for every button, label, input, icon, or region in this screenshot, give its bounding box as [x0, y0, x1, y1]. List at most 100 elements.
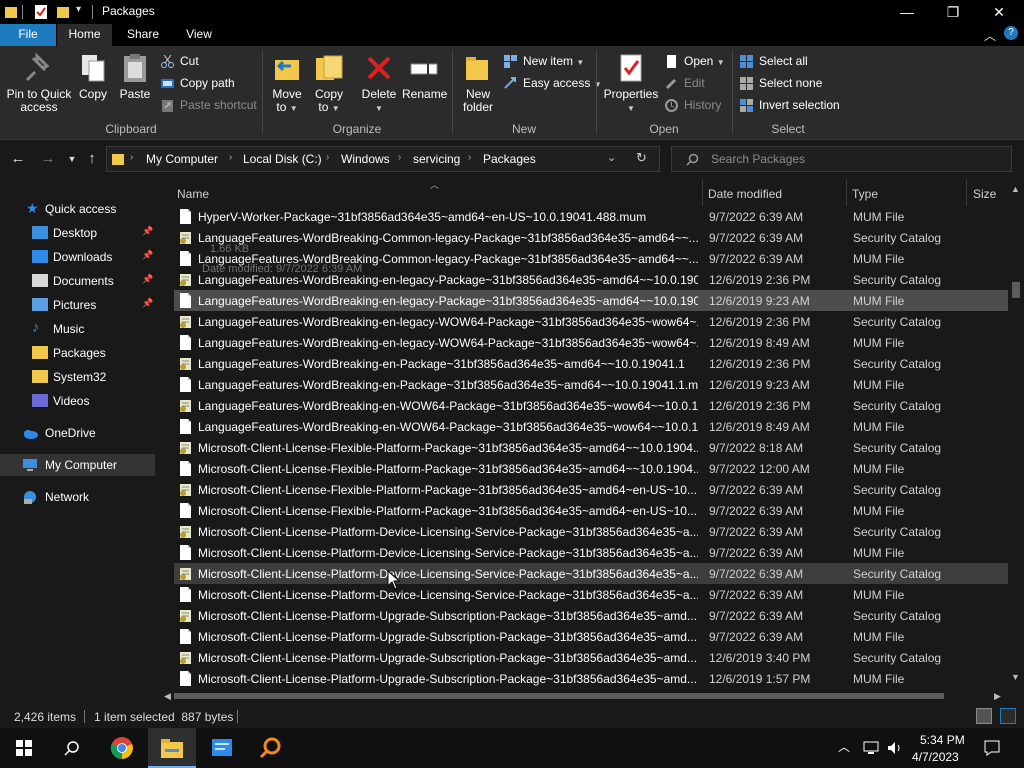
file-row[interactable]: Microsoft-Client-License-Platform-Upgrad…: [174, 626, 1008, 647]
customize-toolbar-icon[interactable]: ▾: [76, 4, 81, 15]
breadcrumb-separator-icon[interactable]: ›: [398, 152, 401, 163]
cut-button[interactable]: Cut: [160, 51, 199, 71]
delete-button[interactable]: Delete ▼: [358, 52, 400, 115]
file-row[interactable]: LanguageFeatures-WordBreaking-Common-leg…: [174, 227, 1008, 248]
column-divider[interactable]: [966, 180, 967, 206]
column-name[interactable]: Name: [177, 187, 209, 201]
breadcrumb-local-disk[interactable]: Local Disk (C:): [243, 152, 322, 166]
scroll-right-icon[interactable]: ▶: [994, 691, 1001, 702]
chrome-taskbar-button[interactable]: [98, 728, 146, 768]
breadcrumb-packages[interactable]: Packages: [483, 152, 536, 166]
file-row[interactable]: LanguageFeatures-WordBreaking-en-legacy-…: [174, 311, 1008, 332]
file-row[interactable]: LanguageFeatures-WordBreaking-Common-leg…: [174, 248, 1008, 269]
nav-item-packages[interactable]: Packages: [0, 342, 155, 364]
column-divider[interactable]: [846, 180, 847, 206]
pin-icon[interactable]: 📌: [142, 250, 153, 261]
column-date-modified[interactable]: Date modified: [708, 187, 782, 201]
breadcrumb-separator-icon[interactable]: ›: [130, 152, 133, 163]
close-button[interactable]: ✕: [976, 0, 1022, 24]
paste-shortcut-button[interactable]: Paste shortcut: [160, 95, 257, 115]
pin-icon[interactable]: 📌: [142, 298, 153, 309]
file-row[interactable]: Microsoft-Client-License-Platform-Device…: [174, 521, 1008, 542]
forward-arrow-icon[interactable]: →: [37, 149, 59, 169]
search-box[interactable]: Search Packages: [671, 146, 1012, 172]
file-row[interactable]: Microsoft-Client-License-Flexible-Platfo…: [174, 458, 1008, 479]
collapse-ribbon-icon[interactable]: ︿: [984, 27, 996, 44]
address-bar[interactable]: › My Computer › Local Disk (C:) › Window…: [106, 146, 660, 172]
minimize-button[interactable]: —: [884, 0, 930, 24]
horizontal-scrollbar[interactable]: ◀ ▶: [160, 688, 1008, 704]
tab-view[interactable]: View: [173, 24, 225, 46]
history-button[interactable]: History: [664, 95, 721, 115]
vertical-scrollbar[interactable]: ▲ ▼: [1008, 178, 1024, 688]
tab-share[interactable]: Share: [113, 24, 173, 46]
nav-item-videos[interactable]: Videos: [0, 390, 155, 412]
breadcrumb-servicing[interactable]: servicing: [413, 152, 460, 166]
scroll-down-icon[interactable]: ▼: [1011, 672, 1020, 682]
breadcrumb-separator-icon[interactable]: ›: [229, 152, 232, 163]
pin-icon[interactable]: 📌: [142, 226, 153, 237]
properties-quick-icon[interactable]: [34, 4, 48, 20]
nav-item-pictures[interactable]: Pictures 📌: [0, 294, 155, 316]
nav-quick-access[interactable]: ★ Quick access: [0, 198, 155, 220]
column-size[interactable]: Size: [973, 187, 996, 201]
file-row[interactable]: Microsoft-Client-License-Platform-Device…: [174, 563, 1008, 584]
nav-item-music[interactable]: ♪ Music: [0, 318, 155, 340]
tab-file[interactable]: File: [0, 24, 56, 46]
large-icons-view-icon[interactable]: [1000, 708, 1016, 724]
magnifier-taskbar-button[interactable]: [246, 728, 294, 768]
file-row[interactable]: Microsoft-Client-License-Platform-Upgrad…: [174, 647, 1008, 668]
breadcrumb-my-computer[interactable]: My Computer: [146, 152, 218, 166]
breadcrumb-separator-icon[interactable]: ›: [326, 152, 329, 163]
edit-button[interactable]: Edit: [664, 73, 705, 93]
recent-locations-icon[interactable]: ▼: [61, 149, 83, 169]
properties-button[interactable]: Properties ▼: [603, 52, 659, 115]
help-icon[interactable]: ?: [1004, 26, 1018, 40]
file-row[interactable]: LanguageFeatures-WordBreaking-en-WOW64-P…: [174, 395, 1008, 416]
copy-button[interactable]: Copy: [76, 52, 110, 101]
start-button[interactable]: [0, 728, 48, 768]
search-taskbar-button[interactable]: [48, 728, 96, 768]
easy-access-button[interactable]: Easy access ▼: [503, 73, 602, 93]
new-folder-quick-icon[interactable]: [56, 4, 70, 20]
details-view-icon[interactable]: [976, 708, 992, 724]
copy-path-button[interactable]: Copy path: [160, 73, 235, 93]
refresh-icon[interactable]: ↻: [636, 150, 647, 166]
nav-my-computer[interactable]: My Computer: [0, 454, 155, 476]
file-row[interactable]: Microsoft-Client-License-Flexible-Platfo…: [174, 500, 1008, 521]
vertical-scroll-thumb[interactable]: [1012, 282, 1020, 298]
scroll-left-icon[interactable]: ◀: [164, 691, 171, 702]
nav-item-downloads[interactable]: Downloads 📌: [0, 246, 155, 268]
clock-time[interactable]: 5:34 PM: [920, 733, 965, 747]
scroll-up-icon[interactable]: ▲: [1011, 184, 1020, 194]
nav-item-system32[interactable]: System32: [0, 366, 155, 388]
horizontal-scroll-thumb[interactable]: [174, 693, 944, 699]
maximize-button[interactable]: ❐: [930, 0, 976, 24]
up-arrow-icon[interactable]: ↑: [81, 149, 103, 169]
file-explorer-taskbar-button[interactable]: [148, 728, 196, 768]
nav-item-desktop[interactable]: Desktop 📌: [0, 222, 155, 244]
file-row[interactable]: Microsoft-Client-License-Platform-Device…: [174, 542, 1008, 563]
select-none-button[interactable]: Select none: [739, 73, 822, 93]
breadcrumb-windows[interactable]: Windows: [341, 152, 390, 166]
network-status-icon[interactable]: [862, 740, 880, 756]
column-divider[interactable]: [702, 180, 703, 206]
tab-home[interactable]: Home: [57, 24, 112, 46]
column-type[interactable]: Type: [852, 187, 878, 201]
file-row[interactable]: Microsoft-Client-License-Flexible-Platfo…: [174, 437, 1008, 458]
file-row[interactable]: LanguageFeatures-WordBreaking-en-legacy-…: [174, 290, 1008, 311]
file-row[interactable]: Microsoft-Client-License-Flexible-Platfo…: [174, 479, 1008, 500]
nav-onedrive[interactable]: OneDrive: [0, 422, 155, 444]
file-row[interactable]: Microsoft-Client-License-Platform-Device…: [174, 584, 1008, 605]
paste-button[interactable]: Paste: [118, 52, 152, 101]
file-row[interactable]: HyperV-Worker-Package~31bf3856ad364e35~a…: [174, 206, 1008, 227]
breadcrumb-separator-icon[interactable]: ›: [468, 152, 471, 163]
rename-button[interactable]: Rename: [402, 52, 447, 101]
new-item-button[interactable]: New item ▼: [503, 51, 584, 71]
search-input[interactable]: Search Packages: [711, 152, 805, 166]
file-row[interactable]: Microsoft-Client-License-Platform-Upgrad…: [174, 605, 1008, 626]
address-history-icon[interactable]: ⌄: [607, 151, 616, 164]
file-row[interactable]: LanguageFeatures-WordBreaking-en-legacy-…: [174, 269, 1008, 290]
pin-icon[interactable]: 📌: [142, 274, 153, 285]
move-to-button[interactable]: Move to ▼: [268, 52, 306, 115]
